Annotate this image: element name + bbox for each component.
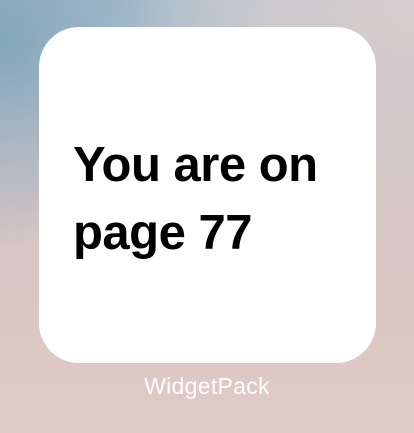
widget-message: You are on page 77 — [73, 138, 318, 260]
widgetpack-widget[interactable]: You are on page 77 — [39, 27, 376, 363]
widget-app-label: WidgetPack — [144, 373, 270, 399]
